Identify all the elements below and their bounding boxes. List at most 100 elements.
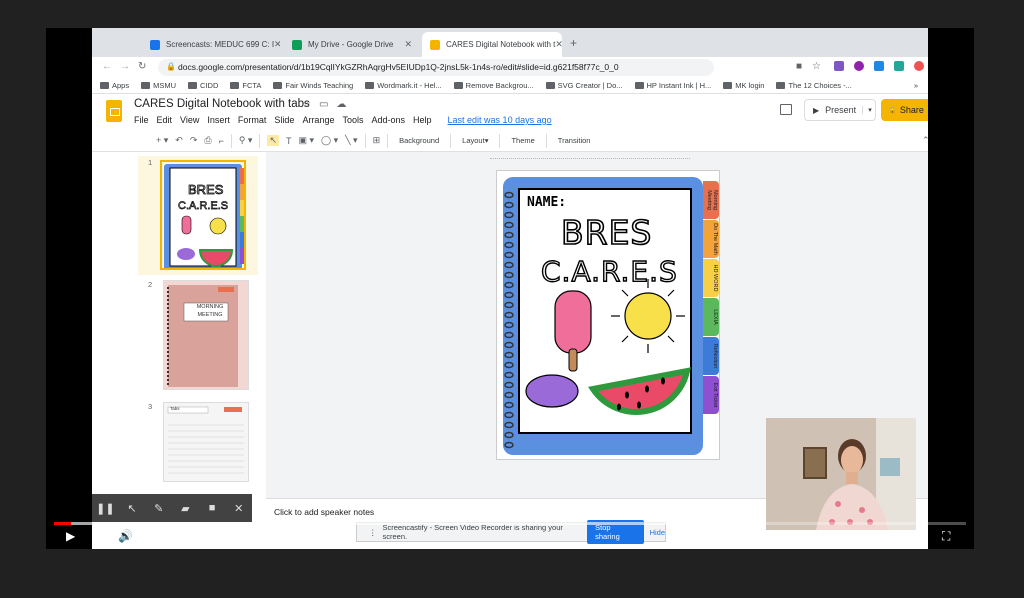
thumbnail-title: MORNING MEETING [196, 304, 224, 318]
last-edit-link[interactable]: Last edit was 10 days ago [448, 115, 552, 125]
browser-tab-slides[interactable]: CARES Digital Notebook with t ✕ [422, 32, 562, 57]
new-slide-icon[interactable]: + ▾ [156, 135, 168, 146]
bookmark-item[interactable]: Wordmark.it - Hel... [365, 81, 442, 90]
notebook-tab[interactable]: Morning Meeting [703, 181, 719, 219]
url-field[interactable]: 🔒 docs.google.com/presentation/d/1b19Cql… [158, 59, 714, 76]
shape-icon[interactable]: ◯ ▾ [321, 135, 338, 146]
zoom-icon[interactable]: ⚲ ▾ [239, 135, 253, 146]
undo-icon[interactable]: ↶ [175, 135, 183, 146]
bookmark-item[interactable]: SVG Creator | Do... [545, 81, 623, 90]
close-icon[interactable]: ✕ [555, 39, 562, 50]
close-icon[interactable]: ✕ [225, 502, 252, 515]
menu-item-add-ons[interactable]: Add-ons [371, 115, 405, 125]
notebook-tab[interactable]: HD WORD [703, 259, 719, 297]
bookmark-item[interactable]: Apps [100, 81, 129, 90]
presenter-video [766, 418, 916, 530]
menu-item-tools[interactable]: Tools [342, 115, 363, 125]
star-icon[interactable]: ☆ [302, 99, 311, 110]
menu-item-slide[interactable]: Slide [274, 115, 294, 125]
pen-icon[interactable]: ✎ [145, 502, 172, 515]
fullscreen-icon[interactable]: ⛶ [942, 529, 950, 544]
notebook-tab[interactable]: Exit Ticket [703, 376, 719, 414]
menu-item-insert[interactable]: Insert [207, 115, 230, 125]
reload-icon[interactable]: ↻ [138, 61, 146, 72]
theme-button[interactable]: Theme [507, 136, 538, 145]
browser-tab-drive[interactable]: My Drive - Google Drive ✕ [284, 32, 420, 57]
layout-button[interactable]: Layout▾ [458, 136, 492, 145]
new-tab-icon[interactable]: + [570, 36, 577, 50]
bookmark-item[interactable]: Fair Winds Teaching [273, 81, 353, 90]
slides-logo-icon[interactable] [106, 100, 122, 122]
bookmarks-overflow-icon[interactable]: » [914, 81, 928, 90]
transition-button[interactable]: Transition [554, 136, 595, 145]
slide-thumbnail-3[interactable]: Tabs [163, 402, 249, 482]
bookmark-item[interactable]: Remove Backgrou... [453, 81, 534, 90]
menu-item-file[interactable]: File [134, 115, 149, 125]
video-progress-bar[interactable] [54, 522, 966, 525]
collapse-icon[interactable]: ⌃ [922, 135, 928, 146]
cursor-icon[interactable]: ↖ [119, 502, 146, 515]
line-icon[interactable]: ╲ ▾ [345, 135, 357, 146]
menu-item-help[interactable]: Help [413, 115, 432, 125]
chevron-down-icon[interactable]: ▾ [862, 106, 877, 114]
extension-icon[interactable] [894, 61, 904, 71]
bookmark-item[interactable]: HP Instant Ink | H... [634, 81, 711, 90]
settings-icon[interactable]: ⚙ [892, 529, 903, 543]
browser-tab-screencasts[interactable]: Screencasts: MEDUC 699 C: I ✕ [142, 32, 280, 57]
present-button[interactable]: ▶ Present ▾ [804, 99, 876, 121]
slide-filmstrip[interactable]: 1 BRES C.A.R.E.S 2 MORNING MEETING 3 Tab… [138, 152, 258, 549]
slide-thumbnail-2[interactable]: MORNING MEETING [163, 280, 249, 390]
print-icon[interactable]: ⎙ [204, 135, 211, 146]
time-display: 0:02 / 1:45 [142, 532, 185, 542]
menu-item-edit[interactable]: Edit [157, 115, 173, 125]
bookmark-item[interactable]: The 12 Choices -... [776, 81, 852, 90]
redo-icon[interactable]: ↷ [190, 135, 198, 146]
comment-icon[interactable] [780, 104, 792, 115]
extension-icon[interactable] [834, 61, 844, 71]
extension-icon[interactable] [874, 61, 884, 71]
miniplayer-icon[interactable]: ▣ [916, 529, 927, 543]
menu-item-view[interactable]: View [180, 115, 199, 125]
lined-paper-thumbnail-graphic [164, 403, 248, 481]
cast-icon[interactable]: ■ [796, 61, 802, 72]
menu-item-arrange[interactable]: Arrange [302, 115, 334, 125]
select-icon[interactable]: ↖ [267, 135, 280, 146]
share-button[interactable]: 🔒 Share [881, 99, 928, 121]
comment-add-icon[interactable]: ⊞ [373, 135, 381, 146]
bookmark-item[interactable]: FCTA [230, 81, 261, 90]
ruler [490, 158, 690, 162]
bookmark-item[interactable]: MK login [723, 81, 764, 90]
background-button[interactable]: Background [395, 136, 443, 145]
video-player[interactable]: Screencasts: MEDUC 699 C: I ✕ My Drive -… [46, 28, 974, 549]
paint-format-icon[interactable]: ⌐ [219, 136, 224, 146]
extension-icon[interactable] [914, 61, 924, 71]
forward-icon[interactable]: → [120, 61, 130, 72]
notebook-tab[interactable]: Reflection [703, 337, 719, 375]
close-icon[interactable]: ✕ [404, 39, 412, 50]
play-icon[interactable]: ▶ [66, 529, 75, 543]
slide-thumbnail-1[interactable]: BRES C.A.R.E.S [160, 160, 246, 270]
close-icon[interactable]: ✕ [274, 39, 280, 50]
extension-icon[interactable] [854, 61, 864, 71]
document-title[interactable]: CARES Digital Notebook with tabs [134, 98, 310, 110]
notebook-tab[interactable]: Do The Math [703, 220, 719, 258]
back-icon[interactable]: ← [102, 61, 112, 72]
folder-icon [141, 81, 151, 89]
notebook-tab[interactable]: LEXIA [703, 298, 719, 336]
slide-number: 3 [148, 402, 153, 411]
menu-item-format[interactable]: Format [238, 115, 267, 125]
cloud-icon[interactable]: ☁ [336, 99, 346, 110]
image-icon[interactable]: ▣ ▾ [299, 135, 315, 146]
captions-icon[interactable]: CC [864, 532, 883, 544]
bookmark-star-icon[interactable]: ☆ [812, 61, 821, 72]
bookmark-item[interactable]: MSMU [141, 81, 176, 90]
camera-icon[interactable]: ■ [199, 502, 226, 514]
next-icon[interactable]: ⏭ [94, 529, 105, 544]
pause-icon[interactable]: ❚❚ [92, 502, 119, 515]
folder-icon[interactable]: ▭ [319, 99, 328, 110]
textbox-icon[interactable]: T [286, 136, 292, 146]
volume-icon[interactable]: 🔊 [118, 529, 133, 543]
current-slide[interactable]: NAME: BRES C.A.R.E.S Morning Meeting Do T… [496, 170, 720, 460]
eraser-icon[interactable]: ▰ [172, 502, 199, 515]
bookmark-item[interactable]: CIDD [188, 81, 218, 90]
